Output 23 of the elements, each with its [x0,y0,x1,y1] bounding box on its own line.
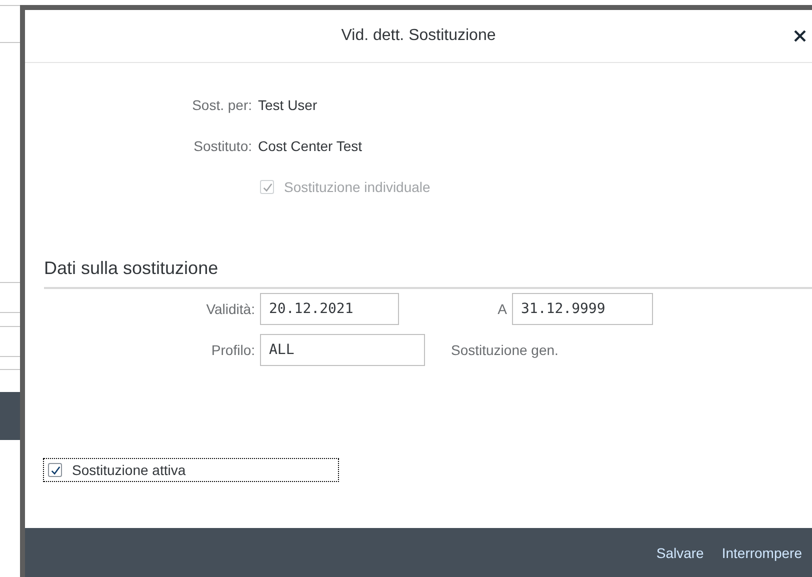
field-label: Sostituto: [192,137,253,156]
field-value: Test User [257,96,318,115]
field-label: Validità: [205,300,256,319]
date-field[interactable]: 20.12.2021 [260,293,399,325]
field-label: A [496,300,508,319]
field-label: Profilo: [210,341,256,360]
field-label: Sost. per: [191,96,253,115]
input-field[interactable]: ALL [260,334,425,366]
date-field[interactable]: 31.12.9999 [512,293,653,325]
footer-button[interactable]: Interrompere [716,538,808,566]
background-bar [0,392,20,440]
footer-button[interactable]: Salvare [650,538,710,566]
field-value: Cost Center Test [257,137,364,156]
check-icon [50,464,60,476]
profile-description: Sostituzione gen. [451,342,558,358]
checkbox-label: Sostituzione individuale [284,179,430,195]
checkbox[interactable] [48,463,62,477]
close-icon [793,29,807,43]
dialog-title: Vid. dett. Sostituzione [341,27,496,45]
check-icon [262,182,272,192]
checkbox-row[interactable]: Sostituzione attiva [44,459,338,481]
section-title: Dati sulla sostituzione [44,256,812,289]
checkbox-label: Sostituzione attiva [72,462,186,478]
